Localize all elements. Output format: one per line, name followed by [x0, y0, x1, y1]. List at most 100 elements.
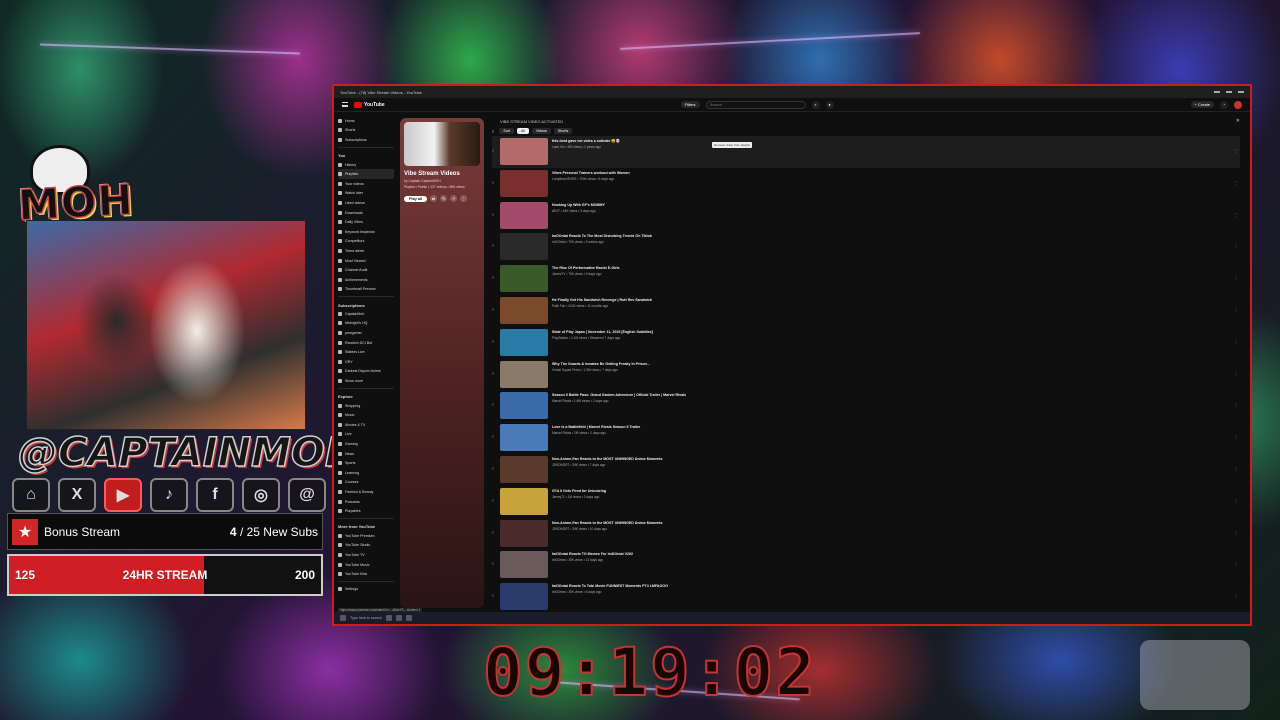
drag-handle-icon[interactable]: ≡: [492, 593, 496, 598]
drag-handle-icon[interactable]: ≡: [492, 180, 496, 185]
youtube-logo[interactable]: YouTube: [354, 101, 385, 108]
playlist-video-row[interactable]: ≡ ImDOntai Reacts To The Most Disturbing …: [492, 231, 1240, 263]
sidebar-item[interactable]: Midnight's HQ: [338, 319, 394, 329]
drag-handle-icon[interactable]: ≡: [492, 371, 496, 376]
drag-handle-icon[interactable]: ≡: [492, 498, 496, 503]
sidebar-item[interactable]: Keyword Inspector: [338, 227, 394, 237]
sidebar-item[interactable]: Darkest Dayum Anime: [338, 367, 394, 377]
more-icon[interactable]: ⋮: [1234, 466, 1238, 471]
sidebar-item[interactable]: Shopping: [338, 401, 394, 411]
app-icon[interactable]: [385, 615, 392, 621]
sidebar-item[interactable]: Playlists: [338, 169, 394, 179]
share-icon[interactable]: ↗: [450, 195, 458, 202]
playlist-video-row[interactable]: ≡ Season 5 Battle Pass: Grand Garden Adve…: [492, 390, 1240, 422]
sidebar-item[interactable]: Watch later: [338, 189, 394, 199]
video-thumbnail[interactable]: [500, 424, 548, 452]
playlist-video-row[interactable]: ≡ this dont gave me vides a soticate 😩💀 La…: [492, 136, 1240, 168]
sidebar-item[interactable]: pewgamer: [338, 328, 394, 338]
sidebar-item[interactable]: Courses: [338, 478, 394, 488]
more-icon[interactable]: ⋮: [1234, 275, 1238, 280]
video-title[interactable]: Why The Guards & Inmates Be Getting Frea…: [552, 362, 650, 366]
sidebar-item[interactable]: Competitors: [338, 237, 394, 247]
video-thumbnail[interactable]: [500, 360, 548, 388]
video-thumbnail[interactable]: [500, 296, 548, 324]
sidebar-item[interactable]: Achievements: [338, 275, 394, 285]
playlist-owner[interactable]: by Captain CaptainMOH: [404, 179, 480, 183]
sidebar-item[interactable]: Random DCI Bot: [338, 338, 394, 348]
sidebar-item[interactable]: Movies & TV: [338, 420, 394, 430]
video-title[interactable]: He Finally Got His Sandwich Revenge | Ru…: [552, 298, 652, 302]
taskbar-search[interactable]: Type here to search: [350, 616, 382, 620]
sidebar-section-header[interactable]: More from YouTube: [338, 523, 394, 531]
video-title[interactable]: ImDOntai Reacts TO Memes For ImDOntai V2…: [552, 552, 633, 556]
sidebar-item[interactable]: Most Viewed: [338, 256, 394, 266]
more-icon[interactable]: ⋮: [1234, 307, 1238, 312]
playlist-video-row[interactable]: ≡ Love is a Battlefield | Marvel Rivals S…: [492, 422, 1240, 454]
drag-handle-icon[interactable]: ≡: [492, 243, 496, 248]
more-icon[interactable]: ⋮: [1234, 434, 1238, 439]
playlist-video-row[interactable]: ≡ Hooking Up With GF's MOMMY ARJT • 44K vi…: [492, 200, 1240, 232]
sidebar-item[interactable]: Gaming: [338, 439, 394, 449]
play-all-button[interactable]: Play all: [404, 195, 428, 202]
minimize-icon[interactable]: [1214, 91, 1220, 93]
sidebar-item[interactable]: News: [338, 449, 394, 459]
sidebar-section-header[interactable]: Explore: [338, 393, 394, 401]
notifications-icon[interactable]: ◔: [1220, 100, 1228, 109]
more-icon[interactable]: ⋮: [1234, 402, 1238, 407]
playlist-video-row[interactable]: ≡ State of Play Japan | November 11, 2025…: [492, 327, 1240, 359]
filters-button[interactable]: Filters: [680, 101, 700, 108]
sidebar-item[interactable]: Downloads: [338, 208, 394, 218]
sidebar-item[interactable]: CaptainMoh: [338, 309, 394, 319]
more-icon[interactable]: ⋮: [1234, 561, 1238, 566]
sidebar-item[interactable]: Home: [338, 116, 394, 126]
video-title[interactable]: GTA 6 Gets Fired for Unionizing: [552, 489, 606, 493]
playlist-video-row[interactable]: ≡ Why The Guards & Inmates Be Getting Fre…: [492, 359, 1240, 391]
sidebar-item[interactable]: Live: [338, 430, 394, 440]
video-title[interactable]: Non-Anime-Fan Reacts to the MOST UNHINGE…: [552, 521, 662, 525]
sidebar-item[interactable]: GRY: [338, 357, 394, 367]
drag-handle-icon[interactable]: ≡: [492, 212, 496, 217]
video-thumbnail[interactable]: [500, 138, 548, 165]
drag-handle-icon[interactable]: ≡: [492, 466, 496, 471]
app-icon[interactable]: [395, 615, 402, 621]
sidebar-item[interactable]: Thumbnail Preview: [338, 285, 394, 295]
sidebar-item[interactable]: Channel Audit: [338, 265, 394, 275]
more-icon[interactable]: ⋮: [1234, 498, 1238, 503]
sidebar-section-header[interactable]: Subscriptions: [338, 301, 394, 309]
video-thumbnail[interactable]: [500, 551, 548, 579]
sidebar-item[interactable]: Show more: [338, 376, 394, 386]
create-button[interactable]: + Create: [1190, 101, 1214, 108]
playlist-video-row[interactable]: ≡ ImDOntai Reacts To Tubi Movie FUNNIEST …: [492, 581, 1240, 612]
video-thumbnail[interactable]: [500, 455, 548, 483]
start-icon[interactable]: [340, 615, 346, 621]
sidebar-section-header[interactable]: You: [338, 152, 394, 160]
drag-handle-icon[interactable]: ≡: [492, 530, 496, 535]
video-title[interactable]: The Rise Of Performative Racist E-Girls: [552, 266, 620, 270]
sidebar-item[interactable]: Shorts: [338, 126, 394, 136]
sidebar-item[interactable]: Settings: [338, 584, 394, 594]
playlist-video-row[interactable]: ≡ ImDOntai Reacts TO Memes For ImDOntai V…: [492, 549, 1240, 581]
sidebar-item[interactable]: Trend alerts: [338, 246, 394, 256]
browser-tab[interactable]: YouTube - (78) Vibe Stream Videos - YouT…: [340, 90, 1214, 95]
drag-handle-icon[interactable]: ≡: [492, 561, 496, 566]
menu-icon[interactable]: [342, 102, 348, 107]
sidebar-item[interactable]: History: [338, 160, 394, 170]
sidebar-item[interactable]: Daily Vibes: [338, 217, 394, 227]
sidebar-item[interactable]: YouTube Premium: [338, 531, 394, 541]
drag-handle-icon[interactable]: ≡: [492, 402, 496, 407]
close-icon[interactable]: ✕: [1236, 118, 1240, 124]
sidebar-item[interactable]: Music: [338, 410, 394, 420]
playlist-video-row[interactable]: ≡ The Rise Of Performative Racist E-Girls…: [492, 263, 1240, 295]
sidebar-item[interactable]: Podcasts: [338, 497, 394, 507]
maximize-icon[interactable]: [1226, 91, 1232, 93]
video-title[interactable]: State of Play Japan | November 11, 2025 …: [552, 330, 653, 334]
video-title[interactable]: this dont gave me vides a soticate 😩💀: [552, 139, 620, 143]
sidebar-item[interactable]: Stables Live: [338, 347, 394, 357]
video-thumbnail[interactable]: [500, 169, 548, 197]
more-icon[interactable]: ⋮: [1234, 339, 1238, 344]
video-thumbnail[interactable]: [500, 201, 548, 229]
sidebar-item[interactable]: Learning: [338, 468, 394, 478]
video-title[interactable]: Season 5 Battle Pass: Grand Garden Adven…: [552, 393, 686, 397]
more-icon[interactable]: ⋮: [1234, 371, 1238, 376]
video-title[interactable]: Love is a Battlefield | Marvel Rivals Se…: [552, 425, 640, 429]
